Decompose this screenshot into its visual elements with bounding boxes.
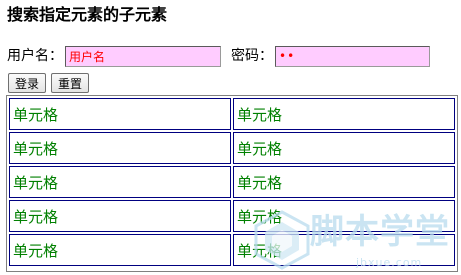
table-cell: 单元格 [9,234,231,266]
page-title: 搜索指定元素的子元素 [7,5,168,24]
table-cell: 单元格 [233,98,455,130]
table-cell: 单元格 [233,200,455,232]
table-row: 单元格 单元格 [9,166,455,198]
table-cell: 单元格 [233,132,455,164]
table-row: 单元格 单元格 [9,132,455,164]
table-row: 单元格 单元格 [9,200,455,232]
reset-button[interactable]: 重置 [51,73,90,93]
table-cell: 单元格 [9,132,231,164]
table-row: 单元格 单元格 [9,98,455,130]
login-button[interactable]: 登录 [8,73,47,93]
cell-table: 单元格 单元格 单元格 单元格 单元格 单元格 单元格 单元格 单元格 单元格 [6,95,458,272]
table-cell: 单元格 [233,234,455,266]
form-buttons: 登录 重置 [8,73,90,93]
cell-table-body: 单元格 单元格 单元格 单元格 单元格 单元格 单元格 单元格 单元格 单元格 [7,96,457,268]
password-input[interactable] [275,45,430,67]
username-label: 用户名： [7,48,63,64]
table-cell: 单元格 [233,166,455,198]
table-row: 单元格 单元格 [9,234,455,266]
table-cell: 单元格 [9,200,231,232]
username-input[interactable] [65,45,221,67]
table-cell: 单元格 [9,166,231,198]
login-form: 用户名： 密码： [7,45,430,67]
table-cell: 单元格 [9,98,231,130]
password-label: 密码： [231,48,273,64]
